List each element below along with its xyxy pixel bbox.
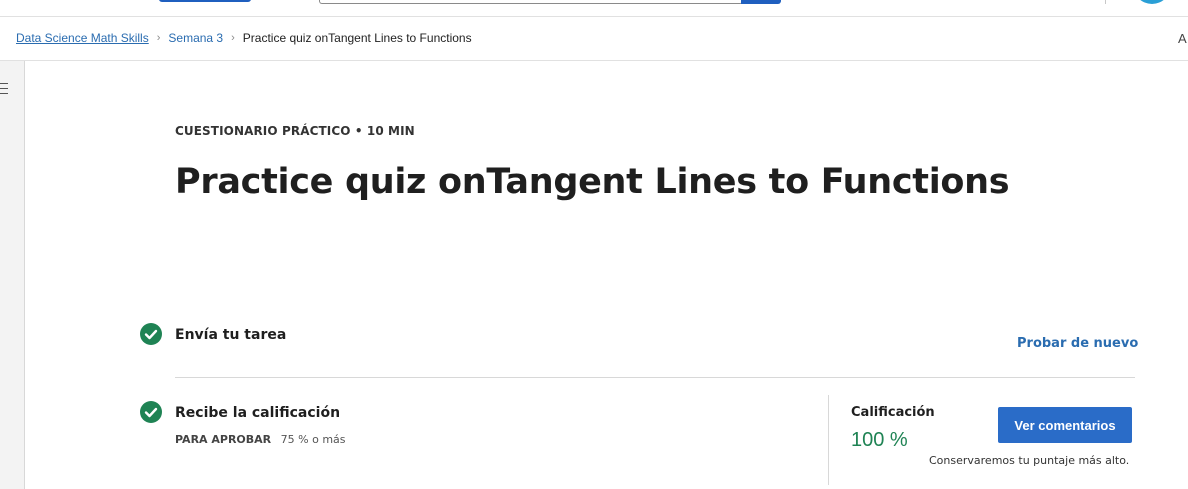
chevron-right-icon: › xyxy=(156,32,161,44)
hamburger-menu-icon[interactable] xyxy=(0,83,10,95)
retry-link[interactable]: Probar de nuevo xyxy=(1017,336,1138,351)
top-navigation-bar xyxy=(0,0,1188,17)
keep-highest-score-note: Conservaremos tu puntaje más alto. xyxy=(929,454,1130,467)
submit-step-label: Envía tu tarea xyxy=(175,327,287,343)
pass-value: 75 % o más xyxy=(280,433,346,446)
search-input[interactable] xyxy=(319,0,743,4)
accessibility-menu-glyph[interactable]: A xyxy=(1178,31,1187,46)
left-sidebar xyxy=(0,61,25,489)
pass-requirement: PARA APROBAR 75 % o más xyxy=(175,433,346,446)
grade-value: 100 % xyxy=(851,429,908,451)
search-button[interactable] xyxy=(741,0,781,4)
chevron-right-icon: › xyxy=(231,32,235,44)
view-feedback-button[interactable]: Ver comentarios xyxy=(998,407,1132,443)
check-circle-icon xyxy=(140,401,162,423)
grade-step-label: Recibe la calificación xyxy=(175,405,341,421)
grade-title: Calificación xyxy=(851,405,935,420)
breadcrumb-current: Practice quiz onTangent Lines to Functio… xyxy=(242,31,472,45)
step-divider xyxy=(175,377,1135,378)
avatar[interactable] xyxy=(1133,0,1171,4)
page-title: Practice quiz onTangent Lines to Functio… xyxy=(175,162,1010,202)
top-primary-button[interactable] xyxy=(159,0,251,2)
breadcrumb: Data Science Math Skills › Semana 3 › Pr… xyxy=(16,28,472,48)
breadcrumb-divider xyxy=(0,60,1188,61)
check-circle-icon xyxy=(140,323,162,345)
pass-label: PARA APROBAR xyxy=(175,433,272,446)
breadcrumb-week-link[interactable]: Semana 3 xyxy=(168,31,223,45)
quiz-eyebrow: CUESTIONARIO PRÁCTICO • 10 MIN xyxy=(175,124,415,138)
top-divider xyxy=(1105,0,1106,4)
breadcrumb-course-link[interactable]: Data Science Math Skills xyxy=(16,31,149,45)
grade-divider xyxy=(828,395,829,485)
